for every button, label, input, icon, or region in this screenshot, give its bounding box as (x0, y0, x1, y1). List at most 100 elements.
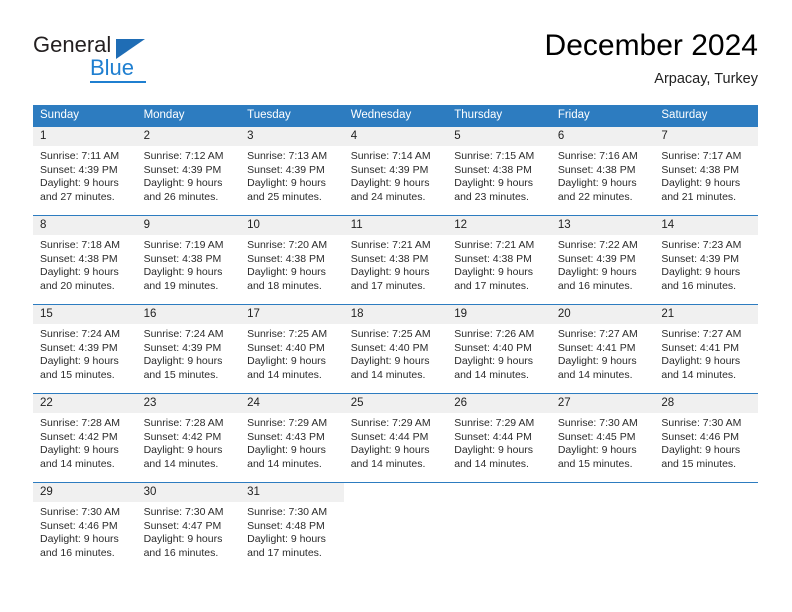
day-number: 28 (654, 394, 758, 413)
day-cell[interactable]: 26 Sunrise: 7:29 AM Sunset: 4:44 PM Dayl… (447, 393, 551, 483)
daylight-text-line1: Daylight: 9 hours (661, 355, 741, 368)
day-number: 22 (33, 394, 137, 413)
day-number: 30 (136, 483, 241, 502)
calendar-grid: Sunday Monday Tuesday Wednesday Thursday… (33, 105, 758, 571)
daylight-text-line1: Daylight: 9 hours (454, 444, 534, 457)
daylight-text-line2: and 16 minutes. (661, 279, 737, 292)
sunset-text: Sunset: 4:39 PM (143, 341, 222, 354)
daylight-text-line1: Daylight: 9 hours (40, 355, 119, 368)
daylight-text-line2: and 14 minutes. (350, 368, 426, 381)
day-number (654, 483, 758, 502)
daylight-text-line1: Daylight: 9 hours (557, 444, 637, 457)
day-cell[interactable]: 28 Sunrise: 7:30 AM Sunset: 4:46 PM Dayl… (654, 393, 758, 483)
sunrise-text: Sunrise: 7:11 AM (40, 150, 120, 162)
day-number: 12 (447, 216, 551, 235)
sunset-text: Sunset: 4:41 PM (557, 341, 636, 354)
sunset-text: Sunset: 4:39 PM (247, 163, 325, 176)
day-cell[interactable]: 11 Sunrise: 7:21 AM Sunset: 4:38 PM Dayl… (343, 215, 448, 305)
sunset-text: Sunset: 4:38 PM (661, 163, 740, 176)
daylight-text-line2: and 14 minutes. (143, 457, 219, 470)
day-cell[interactable]: 9 Sunrise: 7:19 AM Sunset: 4:38 PM Dayli… (136, 215, 241, 305)
weekday-header-wednesday: Wednesday (343, 105, 448, 127)
day-cell[interactable]: 20 Sunrise: 7:27 AM Sunset: 4:41 PM Dayl… (550, 304, 655, 394)
day-details (654, 502, 758, 506)
weekday-header-monday: Monday (136, 105, 241, 127)
day-cell[interactable]: 12 Sunrise: 7:21 AM Sunset: 4:38 PM Dayl… (447, 215, 551, 305)
daylight-text-line2: and 14 minutes. (247, 457, 322, 470)
daylight-text-line2: and 17 minutes. (247, 546, 322, 559)
daylight-text-line1: Daylight: 9 hours (661, 177, 741, 190)
sunset-text: Sunset: 4:44 PM (350, 430, 429, 443)
day-cell[interactable]: 17 Sunrise: 7:25 AM Sunset: 4:40 PM Dayl… (240, 304, 344, 394)
calendar-table: Sunday Monday Tuesday Wednesday Thursday… (33, 105, 758, 571)
daylight-text-line1: Daylight: 9 hours (247, 177, 326, 190)
day-cell[interactable]: 8 Sunrise: 7:18 AM Sunset: 4:38 PM Dayli… (33, 215, 137, 305)
day-cell[interactable]: 24 Sunrise: 7:29 AM Sunset: 4:43 PM Dayl… (240, 393, 344, 483)
day-cell[interactable]: 27 Sunrise: 7:30 AM Sunset: 4:45 PM Dayl… (550, 393, 655, 483)
sunrise-text: Sunrise: 7:30 AM (143, 506, 224, 518)
day-details: Sunrise: 7:11 AM Sunset: 4:39 PM Dayligh… (33, 146, 137, 204)
day-cell[interactable]: 13 Sunrise: 7:22 AM Sunset: 4:39 PM Dayl… (550, 215, 655, 305)
day-cell[interactable]: 15 Sunrise: 7:24 AM Sunset: 4:39 PM Dayl… (33, 304, 137, 394)
daylight-text-line2: and 19 minutes. (143, 279, 219, 292)
day-cell[interactable]: 16 Sunrise: 7:24 AM Sunset: 4:39 PM Dayl… (136, 304, 241, 394)
day-cell[interactable]: 3 Sunrise: 7:13 AM Sunset: 4:39 PM Dayli… (240, 127, 344, 216)
sunset-text: Sunset: 4:48 PM (247, 519, 325, 532)
daylight-text-line2: and 14 minutes. (454, 457, 529, 470)
day-cell[interactable]: 30 Sunrise: 7:30 AM Sunset: 4:47 PM Dayl… (136, 482, 241, 571)
daylight-text-line1: Daylight: 9 hours (247, 533, 326, 546)
day-cell[interactable]: 10 Sunrise: 7:20 AM Sunset: 4:38 PM Dayl… (240, 215, 344, 305)
day-number: 13 (550, 216, 655, 235)
page-title: December 2024 (544, 29, 758, 62)
sunrise-text: Sunrise: 7:28 AM (40, 417, 120, 429)
daylight-text-line1: Daylight: 9 hours (247, 266, 326, 279)
day-cell[interactable]: 29 Sunrise: 7:30 AM Sunset: 4:46 PM Dayl… (33, 482, 137, 571)
day-cell-empty (447, 482, 551, 571)
daylight-text-line1: Daylight: 9 hours (350, 177, 430, 190)
day-cell[interactable]: 14 Sunrise: 7:23 AM Sunset: 4:39 PM Dayl… (654, 215, 758, 305)
day-cell[interactable]: 1 Sunrise: 7:11 AM Sunset: 4:39 PM Dayli… (33, 127, 137, 216)
daylight-text-line2: and 24 minutes. (350, 190, 426, 203)
sunrise-text: Sunrise: 7:21 AM (350, 239, 431, 251)
daylight-text-line1: Daylight: 9 hours (661, 266, 741, 279)
title-block: December 2024 Arpacay, Turkey (545, 28, 758, 89)
daylight-text-line1: Daylight: 9 hours (40, 444, 119, 457)
sunset-text: Sunset: 4:45 PM (557, 430, 636, 443)
sunset-text: Sunset: 4:41 PM (661, 341, 740, 354)
day-number: 24 (240, 394, 344, 413)
day-number: 8 (33, 216, 137, 235)
day-cell[interactable]: 22 Sunrise: 7:28 AM Sunset: 4:42 PM Dayl… (33, 393, 137, 483)
daylight-text-line1: Daylight: 9 hours (557, 266, 637, 279)
day-number: 21 (654, 305, 758, 324)
sunset-text: Sunset: 4:43 PM (247, 430, 325, 443)
day-cell[interactable]: 4 Sunrise: 7:14 AM Sunset: 4:39 PM Dayli… (343, 127, 448, 216)
day-number: 2 (136, 127, 241, 146)
sunset-text: Sunset: 4:38 PM (454, 252, 532, 265)
general-blue-logo[interactable]: General Blue (33, 32, 233, 90)
day-cell-empty (654, 482, 758, 571)
day-cell[interactable]: 25 Sunrise: 7:29 AM Sunset: 4:44 PM Dayl… (343, 393, 448, 483)
day-cell[interactable]: 18 Sunrise: 7:25 AM Sunset: 4:40 PM Dayl… (343, 304, 448, 394)
daylight-text-line2: and 23 minutes. (454, 190, 529, 203)
day-details: Sunrise: 7:21 AM Sunset: 4:38 PM Dayligh… (344, 235, 448, 293)
daylight-text-line1: Daylight: 9 hours (247, 444, 326, 457)
daylight-text-line2: and 14 minutes. (247, 368, 322, 381)
day-cell[interactable]: 23 Sunrise: 7:28 AM Sunset: 4:42 PM Dayl… (136, 393, 241, 483)
day-cell[interactable]: 5 Sunrise: 7:15 AM Sunset: 4:38 PM Dayli… (447, 127, 551, 216)
daylight-text-line2: and 14 minutes. (557, 368, 633, 381)
sunrise-text: Sunrise: 7:16 AM (557, 150, 638, 162)
sunset-text: Sunset: 4:46 PM (40, 519, 118, 532)
day-cell[interactable]: 7 Sunrise: 7:17 AM Sunset: 4:38 PM Dayli… (654, 127, 758, 216)
day-cell[interactable]: 21 Sunrise: 7:27 AM Sunset: 4:41 PM Dayl… (654, 304, 758, 394)
daylight-text-line2: and 15 minutes. (40, 368, 115, 381)
day-cell[interactable]: 6 Sunrise: 7:16 AM Sunset: 4:38 PM Dayli… (550, 127, 655, 216)
daylight-text-line2: and 20 minutes. (40, 279, 115, 292)
day-cell[interactable]: 31 Sunrise: 7:30 AM Sunset: 4:48 PM Dayl… (240, 482, 344, 571)
sunset-text: Sunset: 4:39 PM (661, 252, 740, 265)
sunset-text: Sunset: 4:38 PM (454, 163, 532, 176)
daylight-text-line1: Daylight: 9 hours (247, 355, 326, 368)
sunrise-text: Sunrise: 7:23 AM (661, 239, 742, 251)
day-cell[interactable]: 19 Sunrise: 7:26 AM Sunset: 4:40 PM Dayl… (447, 304, 551, 394)
day-cell[interactable]: 2 Sunrise: 7:12 AM Sunset: 4:39 PM Dayli… (136, 127, 241, 216)
day-number: 23 (136, 394, 241, 413)
